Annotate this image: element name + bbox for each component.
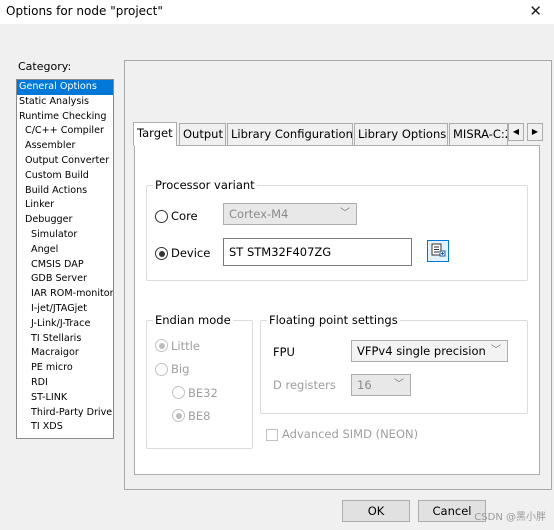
big-endian-radio[interactable]	[155, 363, 168, 376]
big-endian-label: Big	[171, 362, 190, 376]
close-icon[interactable]: ✕	[529, 2, 542, 20]
window-title: Options for node "project"	[6, 4, 163, 18]
target-tab-content: Processor variant Core Cortex-M4 ﹀ Devic…	[134, 145, 540, 475]
d-registers-value: 16	[357, 378, 372, 392]
processor-variant-group: Processor variant	[146, 178, 528, 281]
tab-target[interactable]: Target	[133, 122, 177, 146]
floating-point-legend: Floating point settings	[267, 313, 400, 327]
core-radio[interactable]	[155, 210, 168, 223]
core-label: Core	[171, 209, 198, 223]
category-item[interactable]: IAR ROM-monitor	[17, 287, 113, 302]
tab-misra-c[interactable]: MISRA-C:2	[449, 123, 508, 145]
category-item[interactable]: Assembler	[17, 139, 113, 154]
d-registers-label: D registers	[273, 378, 336, 392]
category-item[interactable]: Simulator	[17, 228, 113, 243]
category-item[interactable]: Macraigor	[17, 346, 113, 361]
category-item[interactable]: J-Link/J-Trace	[17, 317, 113, 332]
category-item[interactable]: C/C++ Compiler	[17, 124, 113, 139]
tab-library-options[interactable]: Library Options	[354, 123, 448, 145]
device-select-icon	[431, 243, 446, 257]
category-item[interactable]: Linker	[17, 198, 113, 213]
category-item[interactable]: GDB Server	[17, 272, 113, 287]
tab-library-configuration[interactable]: Library Configuration	[227, 123, 353, 145]
category-item[interactable]: TI Stellaris	[17, 332, 113, 347]
category-item[interactable]: Runtime Checking	[17, 110, 113, 125]
d-registers-select[interactable]: 16 ﹀	[351, 374, 411, 396]
fpu-value: VFPv4 single precision	[357, 344, 486, 358]
device-browse-button[interactable]	[427, 240, 449, 262]
category-item[interactable]: Static Analysis	[17, 95, 113, 110]
endian-mode-legend: Endian mode	[153, 313, 233, 327]
tab-scroll-right-icon[interactable]: ▶	[527, 123, 543, 141]
category-item[interactable]: Build Actions	[17, 184, 113, 199]
fpu-select[interactable]: VFPv4 single precision ﹀	[351, 340, 508, 362]
ok-button[interactable]: OK	[342, 500, 410, 522]
fpu-label: FPU	[273, 345, 295, 359]
category-item[interactable]: General Options	[17, 80, 113, 95]
processor-variant-legend: Processor variant	[153, 178, 257, 192]
options-dialog: Options for node "project" ✕ Category: G…	[0, 0, 554, 530]
category-item[interactable]: Debugger	[17, 213, 113, 228]
device-radio[interactable]	[155, 247, 168, 260]
chevron-down-icon: ﹀	[491, 345, 501, 356]
category-item[interactable]: I-jet/JTAGjet	[17, 302, 113, 317]
be32-radio[interactable]	[172, 386, 185, 399]
be8-radio[interactable]	[172, 409, 185, 422]
device-field[interactable]: ST STM32F407ZG	[223, 238, 412, 266]
category-item[interactable]: Third-Party Driver	[17, 406, 113, 421]
title-bar: Options for node "project" ✕	[0, 0, 554, 24]
floating-point-group: Floating point settings	[260, 313, 528, 414]
be32-label: BE32	[188, 386, 218, 400]
category-list[interactable]: General Options Static Analysis Runtime Ch…	[16, 79, 114, 439]
chevron-down-icon: ﹀	[394, 379, 404, 390]
category-item[interactable]: Custom Build	[17, 169, 113, 184]
advanced-simd-label: Advanced SIMD (NEON)	[282, 427, 419, 441]
category-item[interactable]: Output Converter	[17, 154, 113, 169]
core-select[interactable]: Cortex-M4 ﹀	[223, 203, 357, 225]
chevron-down-icon: ﹀	[340, 208, 350, 219]
watermark: CSDN @黑小胖	[474, 512, 546, 523]
category-item[interactable]: TI XDS	[17, 420, 113, 435]
little-endian-label: Little	[171, 339, 200, 353]
category-item[interactable]: CMSIS DAP	[17, 258, 113, 273]
category-label: Category:	[18, 60, 72, 73]
core-value: Cortex-M4	[229, 207, 289, 221]
category-item[interactable]: ST-LINK	[17, 391, 113, 406]
tab-scroll-left-icon[interactable]: ◀	[508, 123, 524, 141]
little-endian-radio[interactable]	[155, 339, 168, 352]
category-item[interactable]: RDI	[17, 376, 113, 391]
tab-output[interactable]: Output	[179, 123, 226, 145]
category-item[interactable]: Angel	[17, 243, 113, 258]
device-label: Device	[171, 246, 211, 260]
advanced-simd-checkbox[interactable]	[266, 429, 278, 441]
category-item[interactable]: PE micro	[17, 361, 113, 376]
be8-label: BE8	[188, 409, 211, 423]
